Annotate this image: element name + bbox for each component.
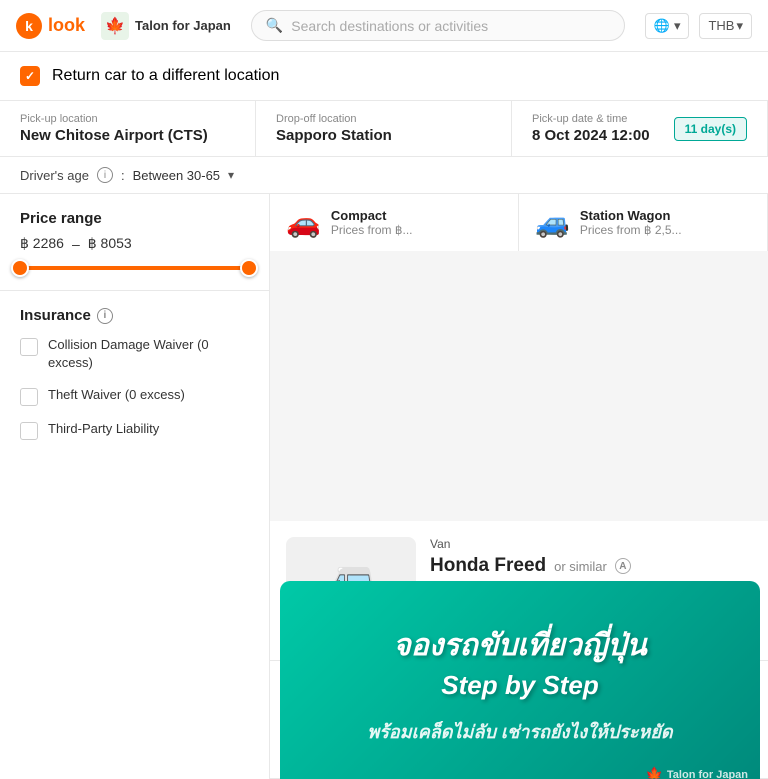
sidebar: Price range ฿ 2286 – ฿ 8053 Insurance i … <box>0 194 270 779</box>
promo-overlay: จองรถขับเที่ยวญี่ปุ่น Step by Step พร้อม… <box>280 581 760 779</box>
insurance-label-3: Third-Party Liability <box>48 420 159 438</box>
search-bar[interactable]: 🔍 Search destinations or activities <box>251 10 625 41</box>
insurance-label-1: Collision Damage Waiver (0 excess) <box>48 336 249 372</box>
slider-thumb-left[interactable] <box>11 259 29 277</box>
days-badge: 11 day(s) <box>674 117 747 141</box>
pickup-value: New Chitose Airport (CTS) <box>20 127 235 144</box>
pickup-section[interactable]: Pick-up location New Chitose Airport (CT… <box>0 101 256 156</box>
price-range-title: Price range <box>20 210 249 227</box>
driver-age-label: Driver's age <box>20 168 89 183</box>
price-range-section: Price range ฿ 2286 – ฿ 8053 <box>0 194 269 291</box>
logo-k-icon: k <box>16 13 42 39</box>
insurance-item-3: Third-Party Liability <box>20 420 249 440</box>
driver-age-info-icon[interactable]: i <box>97 167 113 183</box>
return-label: Return car to a different location <box>52 67 279 85</box>
header-right: 🌐 ▾ THB ▾ <box>645 13 752 39</box>
insurance-label-2: Theft Waiver (0 excess) <box>48 386 185 404</box>
wagon-info: Station Wagon Prices from ฿ 2,5... <box>580 208 682 237</box>
honda-freed-name: Honda Freed or similar A <box>430 555 752 577</box>
promo-subtitle-line1: Step by Step <box>441 669 598 703</box>
price-separator: – <box>72 236 80 252</box>
price-min: ฿ 2286 <box>20 235 64 252</box>
globe-icon: 🌐 <box>654 18 670 34</box>
compact-info: Compact Prices from ฿... <box>331 208 413 237</box>
logo-text: look <box>48 15 85 36</box>
date-value: 8 Oct 2024 12:00 <box>532 127 650 144</box>
klook-logo[interactable]: k look <box>16 13 85 39</box>
promo-brand: 🍁 Talon for Japan <box>645 766 748 779</box>
promo-brand-text: Talon for Japan <box>667 769 748 779</box>
main-layout: Price range ฿ 2286 – ฿ 8053 Insurance i … <box>0 194 768 779</box>
driver-age-chevron-icon[interactable]: ▾ <box>228 168 234 182</box>
header: k look 🍁 Talon for Japan 🔍 Search destin… <box>0 0 768 52</box>
dropoff-value: Sapporo Station <box>276 127 491 144</box>
promo-brand-emoji: 🍁 <box>645 766 662 779</box>
insurance-checkbox-1[interactable] <box>20 338 38 356</box>
language-button[interactable]: 🌐 ▾ <box>645 13 690 39</box>
price-slider[interactable] <box>20 266 249 270</box>
dropoff-section[interactable]: Drop-off location Sapporo Station <box>256 101 512 156</box>
insurance-info-icon[interactable]: i <box>97 308 113 324</box>
driver-age-value: Between 30-65 <box>133 168 220 183</box>
insurance-checkbox-2[interactable] <box>20 388 38 406</box>
slider-thumb-right[interactable] <box>240 259 258 277</box>
compact-car-icon: 🚗 <box>286 206 321 239</box>
insurance-section: Insurance i Collision Damage Waiver (0 e… <box>0 291 269 470</box>
compact-price: Prices from ฿... <box>331 223 413 237</box>
honda-freed-category: Van <box>430 537 752 551</box>
brand-name: Talon for Japan <box>135 18 231 33</box>
wagon-price: Prices from ฿ 2,5... <box>580 223 682 237</box>
top-car-cards: 🚗 Compact Prices from ฿... 🚙 Station Wag… <box>270 194 768 251</box>
chevron-currency-icon: ▾ <box>736 18 743 34</box>
promo-subtitle-line2: พร้อมเคล็ดไม่ลับ เช่ารถยังไงให้ประหยัด <box>367 717 672 746</box>
promo-title: จองรถขับเที่ยวญี่ปุ่น <box>393 626 647 665</box>
brand-section: 🍁 Talon for Japan <box>101 12 231 40</box>
price-values: ฿ 2286 – ฿ 8053 <box>20 235 249 252</box>
compact-name: Compact <box>331 208 413 223</box>
content-area: 🚗 Compact Prices from ฿... 🚙 Station Wag… <box>270 194 768 779</box>
date-label: Pick-up date & time <box>532 113 650 125</box>
wagon-car-icon: 🚙 <box>535 206 570 239</box>
currency-label: THB <box>708 18 734 33</box>
wagon-name: Station Wagon <box>580 208 682 223</box>
mini-card-wagon[interactable]: 🚙 Station Wagon Prices from ฿ 2,5... <box>519 194 768 251</box>
insurance-checkbox-3[interactable] <box>20 422 38 440</box>
mini-card-compact[interactable]: 🚗 Compact Prices from ฿... <box>270 194 519 251</box>
date-info: Pick-up date & time 8 Oct 2024 12:00 <box>532 113 650 144</box>
return-checkbox[interactable]: ✓ <box>20 66 40 86</box>
location-bar: Pick-up location New Chitose Airport (CT… <box>0 101 768 157</box>
driver-age-separator: : <box>121 168 125 183</box>
search-placeholder: Search destinations or activities <box>291 18 488 34</box>
dropoff-label: Drop-off location <box>276 113 491 125</box>
honda-freed-info-icon[interactable]: A <box>615 558 631 574</box>
slider-fill <box>20 266 249 270</box>
return-bar: ✓ Return car to a different location <box>0 52 768 101</box>
honda-freed-or-similar: or similar <box>554 559 607 574</box>
chevron-globe-icon: ▾ <box>674 18 681 34</box>
driver-age-bar: Driver's age i : Between 30-65 ▾ <box>0 157 768 194</box>
pickup-label: Pick-up location <box>20 113 235 125</box>
brand-icon: 🍁 <box>101 12 129 40</box>
price-max: ฿ 8053 <box>88 235 132 252</box>
insurance-title: Insurance i <box>20 307 249 324</box>
currency-button[interactable]: THB ▾ <box>699 13 752 39</box>
insurance-item-2: Theft Waiver (0 excess) <box>20 386 249 406</box>
date-section[interactable]: Pick-up date & time 8 Oct 2024 12:00 11 … <box>512 101 768 156</box>
insurance-item-1: Collision Damage Waiver (0 excess) <box>20 336 249 372</box>
search-icon: 🔍 <box>266 17 283 34</box>
